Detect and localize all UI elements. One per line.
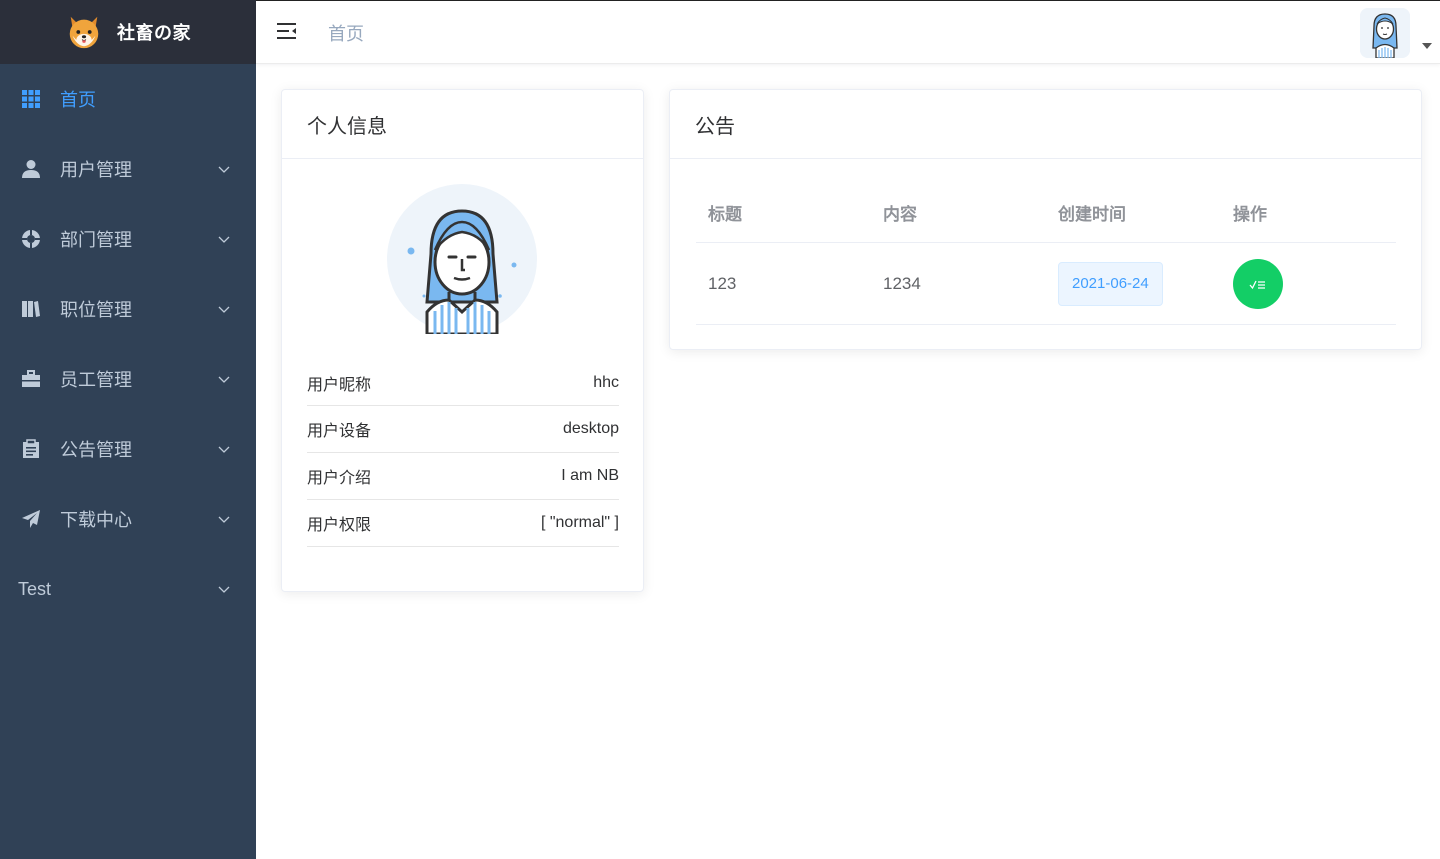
- info-label: 用户设备: [307, 423, 372, 440]
- sidebar: 社畜の家 首页 用户管理 部门管理 职位管理 员工管理 公告管理 下载中心 Te…: [0, 0, 256, 859]
- column-header-content: 内容: [883, 204, 917, 224]
- info-row-permissions: 用户权限 [ "normal" ]: [307, 500, 619, 547]
- user-icon: [20, 158, 42, 180]
- logo-bar: 社畜の家: [0, 0, 256, 64]
- notice-card-title: 公告: [670, 90, 1421, 159]
- clipboard-icon: [20, 438, 42, 460]
- info-value: desktop: [562, 420, 619, 437]
- paper-plane-icon: [20, 508, 42, 530]
- info-label: 用户权限: [307, 517, 372, 534]
- app-logo-text: 社畜の家: [117, 23, 191, 43]
- info-row-intro: 用户介绍 I am NB: [307, 453, 619, 500]
- check-list-icon: [1249, 280, 1265, 289]
- grid-icon: [20, 88, 42, 110]
- chevron-down-icon: [218, 166, 230, 173]
- menu-fold-icon[interactable]: [276, 20, 298, 42]
- chevron-down-icon: [218, 586, 230, 593]
- chevron-down-icon: [218, 446, 230, 453]
- lifebuoy-icon: [20, 228, 42, 250]
- table-header: 标题 内容 创建时间 操作: [696, 182, 1396, 243]
- chevron-down-icon: [218, 376, 230, 383]
- info-value: [ "normal" ]: [540, 514, 619, 531]
- chevron-down-icon: [218, 236, 230, 243]
- navbar-top-border: [256, 0, 1440, 1]
- top-navbar: 首页: [256, 0, 1440, 64]
- sidebar-item-test[interactable]: Test: [0, 554, 256, 624]
- profile-avatar-icon: [387, 184, 537, 334]
- sidebar-item-label: 职位管理: [60, 300, 132, 320]
- notice-card: 公告 标题 内容 创建时间 操作 123 1234 2021-06-24: [669, 89, 1422, 350]
- sidebar-item-home[interactable]: 首页: [0, 64, 256, 134]
- column-header-created: 创建时间: [1058, 204, 1126, 224]
- cell-actions: [1221, 258, 1396, 309]
- sidebar-item-label: 员工管理: [60, 370, 132, 390]
- sidebar-item-position-management[interactable]: 职位管理: [0, 274, 256, 344]
- sidebar-item-label: Test: [18, 578, 52, 599]
- books-icon: [20, 298, 42, 320]
- column-header-actions: 操作: [1233, 204, 1267, 224]
- sidebar-item-label: 部门管理: [60, 230, 132, 250]
- sidebar-item-label: 下载中心: [60, 510, 132, 530]
- info-value: I am NB: [561, 467, 619, 484]
- info-value: hhc: [593, 373, 619, 391]
- chevron-down-icon: [218, 516, 230, 523]
- shiba-logo-icon: [69, 16, 99, 49]
- briefcase-icon: [20, 368, 42, 390]
- profile-card: 个人信息 用户昵称 hhc 用户设备 desktop 用户介绍 I am NB …: [281, 89, 644, 592]
- profile-card-title: 个人信息: [282, 90, 643, 159]
- sidebar-item-user-management[interactable]: 用户管理: [0, 134, 256, 204]
- date-tag: 2021-06-24: [1058, 261, 1163, 306]
- avatar[interactable]: [1360, 8, 1410, 58]
- sidebar-item-download-center[interactable]: 下载中心: [0, 484, 256, 554]
- sidebar-item-employee-management[interactable]: 员工管理: [0, 344, 256, 414]
- sidebar-item-label: 公告管理: [60, 440, 132, 460]
- profile-info-list: 用户昵称 hhc 用户设备 desktop 用户介绍 I am NB 用户权限 …: [307, 360, 619, 547]
- sidebar-item-department-management[interactable]: 部门管理: [0, 204, 256, 274]
- cell-created: 2021-06-24: [1046, 261, 1221, 306]
- sidebar-item-notice-management[interactable]: 公告管理: [0, 414, 256, 484]
- info-label: 用户昵称: [307, 376, 372, 394]
- sidebar-menu: 首页 用户管理 部门管理 职位管理 员工管理 公告管理 下载中心 Test: [0, 64, 256, 624]
- chevron-down-icon: [218, 306, 230, 313]
- info-row-device: 用户设备 desktop: [307, 406, 619, 453]
- caret-down-icon[interactable]: [1422, 43, 1432, 49]
- breadcrumb: 首页: [328, 24, 364, 44]
- info-row-nickname: 用户昵称 hhc: [307, 360, 619, 406]
- user-avatar-icon: [1360, 8, 1410, 58]
- notice-table: 标题 内容 创建时间 操作 123 1234 2021-06-24: [696, 182, 1396, 325]
- info-label: 用户介绍: [307, 470, 372, 487]
- cell-title: 123: [708, 273, 737, 293]
- table-row: 123 1234 2021-06-24: [696, 243, 1396, 325]
- mark-read-button[interactable]: [1233, 258, 1283, 309]
- sidebar-item-label: 用户管理: [60, 160, 132, 180]
- sidebar-item-label: 首页: [60, 90, 96, 110]
- column-header-title: 标题: [708, 204, 742, 224]
- cell-content: 1234: [883, 273, 921, 293]
